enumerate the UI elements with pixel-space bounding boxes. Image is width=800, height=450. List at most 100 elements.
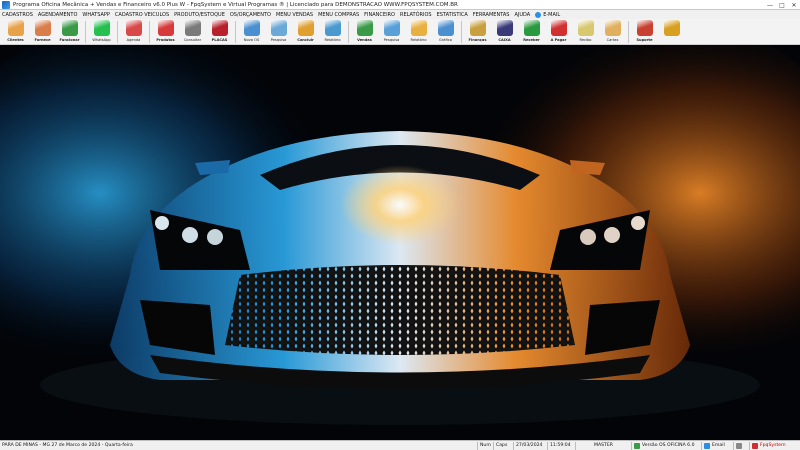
toolbar-button-placas-7[interactable]: PLACAS — [206, 19, 233, 45]
status-email[interactable]: Email — [702, 441, 734, 450]
menu-whatsapp[interactable]: WHATSAPP — [82, 12, 110, 18]
menu-compras[interactable]: MENU COMPRAS — [318, 12, 359, 18]
toolbar-button-relat-rio-11[interactable]: Relatório — [319, 19, 346, 45]
menu-cadastros[interactable]: CADASTROS — [2, 12, 33, 18]
toolbar-separator — [149, 21, 150, 43]
employee-icon — [61, 20, 78, 36]
toolbar-label: Nova OS — [243, 38, 260, 42]
toolbar-button-fornece-1[interactable]: Fornece — [29, 19, 56, 45]
toolbar-separator — [461, 21, 462, 43]
toolbar-button-whatsapp-3[interactable]: WhatsApp — [88, 19, 115, 45]
app-icon — [2, 0, 10, 9]
clients-icon — [7, 20, 24, 36]
toolbar-label: Pesquisa — [383, 38, 400, 42]
toolbar-button-consultar-6[interactable]: Consultar — [179, 19, 206, 45]
toolbar-button-suporte-22[interactable]: Suporte — [631, 19, 658, 45]
toolbar-label: Produtos — [156, 38, 175, 42]
toolbar-button-concluir-10[interactable]: Concluir — [292, 19, 319, 45]
toolbar-label: Agenda — [126, 38, 141, 42]
finish-order-icon — [297, 20, 314, 36]
menu-agendamento[interactable]: AGENDAMENTO — [38, 12, 78, 18]
toolbar-button-pesquisa-9[interactable]: Pesquisa — [265, 19, 292, 45]
email-status-icon — [704, 442, 710, 449]
toolbar-label: Relatório — [410, 38, 427, 42]
toolbar: Clientes Fornece Funcionar WhatsApp Agenda Pr… — [0, 19, 800, 45]
menu-os-orcamento[interactable]: OS/ORÇAMENTO — [230, 12, 271, 18]
toolbar-label: Clientes — [7, 38, 24, 42]
version-icon — [634, 442, 640, 449]
toolbar-label: Consultar — [183, 38, 202, 42]
letters-icon — [604, 20, 621, 36]
search-order-icon — [270, 20, 287, 36]
toolbar-label: Cartas — [606, 38, 619, 42]
menu-cadastro-veiculos[interactable]: CADASTRO VEICULOS — [115, 12, 169, 18]
exit-icon — [663, 20, 680, 36]
sales-icon — [356, 20, 373, 36]
whatsapp-icon — [93, 20, 110, 36]
report-icon — [324, 20, 341, 36]
email-icon — [535, 11, 542, 18]
search-sales-icon — [383, 20, 400, 36]
toolbar-label: Relatório — [324, 38, 341, 42]
menu-vendas[interactable]: MENU VENDAS — [276, 12, 313, 18]
receipt-icon — [577, 20, 594, 36]
desktop-wallpaper — [0, 45, 800, 440]
minimize-button[interactable]: — — [764, 0, 776, 10]
toolbar-button-recibo-20[interactable]: Recibo — [572, 19, 599, 45]
title-bar: Programa Oficina Mecânica + Vendas e Fin… — [0, 0, 800, 10]
toolbar-button-cartas-21[interactable]: Cartas — [599, 19, 626, 45]
maximize-button[interactable]: □ — [776, 0, 788, 10]
status-bar: PARA DE MINAS - MG 27 de Marco de 2024 -… — [0, 440, 800, 450]
support-icon — [636, 20, 653, 36]
receive-icon — [523, 20, 540, 36]
toolbar-label: Receber — [523, 38, 540, 42]
menu-relatorios[interactable]: RELATÓRIOS — [400, 12, 432, 18]
status-brand-text: FpqSystem — [760, 443, 786, 448]
toolbar-button-gr-fico-15[interactable]: Gráfico — [432, 19, 459, 45]
toolbar-button-nova-os-8[interactable]: Nova OS — [238, 19, 265, 45]
supplier-icon — [34, 20, 51, 36]
window-controls: — □ ✕ — [764, 0, 800, 10]
menu-ajuda[interactable]: AJUDA — [514, 12, 530, 18]
toolbar-button-funcionar-2[interactable]: Funcionar — [56, 19, 83, 45]
status-email-text: Email — [712, 443, 725, 448]
toolbar-button-caixa-17[interactable]: CAIXA — [491, 19, 518, 45]
license-plate-icon — [211, 20, 228, 36]
toolbar-label: CAIXA — [498, 38, 511, 42]
sales-report-icon — [410, 20, 427, 36]
toolbar-button-agenda-4[interactable]: Agenda — [120, 19, 147, 45]
toolbar-label: Gráfico — [439, 38, 452, 42]
toolbar-button-finan-as-16[interactable]: Finanças — [464, 19, 491, 45]
window-title: Programa Oficina Mecânica + Vendas e Fin… — [13, 1, 458, 8]
toolbar-button-receber-18[interactable]: Receber — [518, 19, 545, 45]
toolbar-label: Recibo — [579, 38, 592, 42]
toolbar-label: Vendas — [357, 38, 372, 42]
new-order-icon — [243, 20, 260, 36]
toolbar-button-pesquisa-13[interactable]: Pesquisa — [378, 19, 405, 45]
menu-email[interactable]: E-MAIL — [543, 12, 560, 18]
toolbar-button-vendas-12[interactable]: Vendas — [351, 19, 378, 45]
toolbar-separator — [235, 21, 236, 43]
toolbar-label: A Pagar — [550, 38, 567, 42]
toolbar-button-produtos-5[interactable]: Produtos — [152, 19, 179, 45]
toolbar-label: Pesquisa — [270, 38, 287, 42]
menu-estatistica[interactable]: ESTATISTICA — [437, 12, 468, 18]
menu-produto-estoque[interactable]: PRODUTO/ESTOQUE — [174, 12, 225, 18]
status-version: Versão OS OFICINA 6.0 — [632, 441, 702, 450]
toolbar-button-exit-23[interactable] — [658, 19, 685, 45]
toolbar-button-clientes-0[interactable]: Clientes — [2, 19, 29, 45]
status-location-date: PARA DE MINAS - MG 27 de Marco de 2024 -… — [0, 441, 478, 450]
status-extra — [734, 441, 750, 450]
toolbar-button-a-pagar-19[interactable]: A Pagar — [545, 19, 572, 45]
menu-bar: CADASTROS AGENDAMENTO WHATSAPP CADASTRO … — [0, 10, 800, 19]
toolbar-button-relat-rio-14[interactable]: Relatório — [405, 19, 432, 45]
toolbar-label: PLACAS — [211, 38, 228, 42]
status-user: MASTER — [576, 441, 632, 450]
scale-icon — [184, 20, 201, 36]
products-icon — [157, 20, 174, 36]
status-version-text: Versão OS OFICINA 6.0 — [642, 443, 695, 448]
toolbar-separator — [85, 21, 86, 43]
menu-ferramentas[interactable]: FERRAMENTAS — [473, 12, 510, 18]
menu-financeiro[interactable]: FINANCEIRO — [364, 12, 395, 18]
close-button[interactable]: ✕ — [788, 0, 800, 10]
